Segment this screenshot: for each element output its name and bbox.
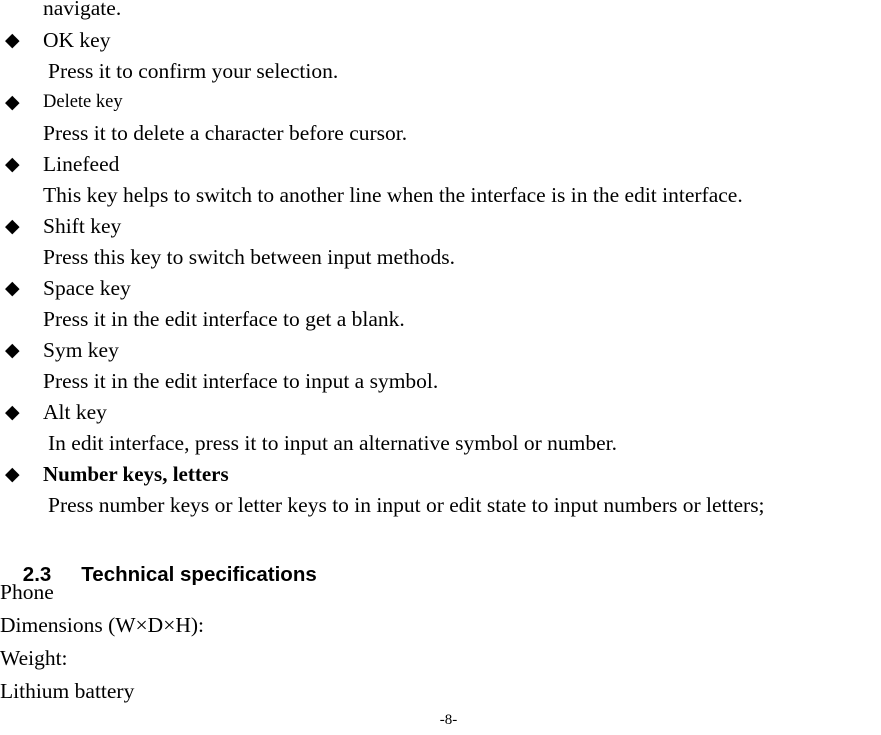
diamond-bullet-icon: ◆ [5, 216, 20, 237]
specification-line: Lithium battery [0, 679, 135, 703]
bullet-row: ◆ Number keys, letters [0, 459, 881, 490]
manual-page: navigate. ◆ OK key Press it to confirm yo… [0, 0, 881, 735]
diamond-bullet-icon: ◆ [5, 92, 20, 113]
list-item: ◆ Sym key Press it in the edit interface t… [0, 335, 881, 397]
bullet-description: In edit interface, press it to input an … [48, 431, 617, 455]
bullet-label: Delete key [43, 92, 123, 112]
list-item: ◆ Linefeed This key helps to switch to ano… [0, 149, 881, 211]
diamond-bullet-icon: ◆ [5, 30, 20, 51]
diamond-bullet-icon: ◆ [5, 340, 20, 361]
diamond-bullet-icon: ◆ [5, 278, 20, 299]
bullet-description: Press number keys or letter keys to in i… [48, 493, 765, 517]
specification-line: Weight: [0, 646, 68, 670]
page-footer: -8- [0, 710, 881, 730]
bullet-label: Alt key [43, 400, 107, 424]
diamond-bullet-icon: ◆ [5, 402, 20, 423]
bullet-description: Press it in the edit interface to input … [43, 369, 439, 393]
bullet-row: ◆ OK key [0, 25, 881, 56]
list-item: ◆ Space key Press it in the edit interface… [0, 273, 881, 335]
specification-line: Phone [0, 580, 54, 604]
page-number: -8- [439, 712, 458, 728]
bullet-row: ◆ Delete key [0, 87, 881, 118]
bullet-label: Number keys, letters [43, 462, 229, 486]
list-item: ◆ Alt key In edit interface, press it to … [0, 397, 881, 459]
bullet-label: Sym key [43, 338, 119, 362]
specification-line: Dimensions (W×D×H): [0, 613, 204, 637]
list-item: ◆ OK key Press it to confirm your selecti… [0, 25, 881, 87]
bullet-label: Shift key [43, 214, 122, 238]
bullet-description: This key helps to switch to another line… [43, 183, 743, 207]
bullet-label: OK key [43, 28, 111, 52]
bullet-description: Press this key to switch between input m… [43, 245, 456, 269]
list-item: ◆ Delete key Press it to delete a characte… [0, 87, 881, 149]
key-description-list: ◆ OK key Press it to confirm your selecti… [0, 25, 881, 521]
list-item: ◆ Number keys, letters Press number keys … [0, 459, 881, 521]
bullet-description: Press it to delete a character before cu… [43, 121, 408, 145]
bullet-label: Linefeed [43, 152, 120, 176]
list-item: ◆ Shift key Press this key to switch betwe… [0, 211, 881, 273]
bullet-description: Press it in the edit interface to get a … [43, 307, 405, 331]
specifications-list: Phone Dimensions (W×D×H): Weight: Lithium b… [0, 576, 881, 708]
bullet-description: Press it to confirm your selection. [48, 59, 339, 83]
bullet-row: ◆ Alt key [0, 397, 881, 428]
bullet-row: ◆ Space key [0, 273, 881, 304]
bullet-label: Space key [43, 276, 131, 300]
bullet-row: ◆ Linefeed [0, 149, 881, 180]
bullet-row: ◆ Shift key [0, 211, 881, 242]
diamond-bullet-icon: ◆ [5, 154, 20, 175]
continuation-text: navigate. [43, 0, 122, 20]
diamond-bullet-icon: ◆ [5, 464, 20, 485]
bullet-row: ◆ Sym key [0, 335, 881, 366]
